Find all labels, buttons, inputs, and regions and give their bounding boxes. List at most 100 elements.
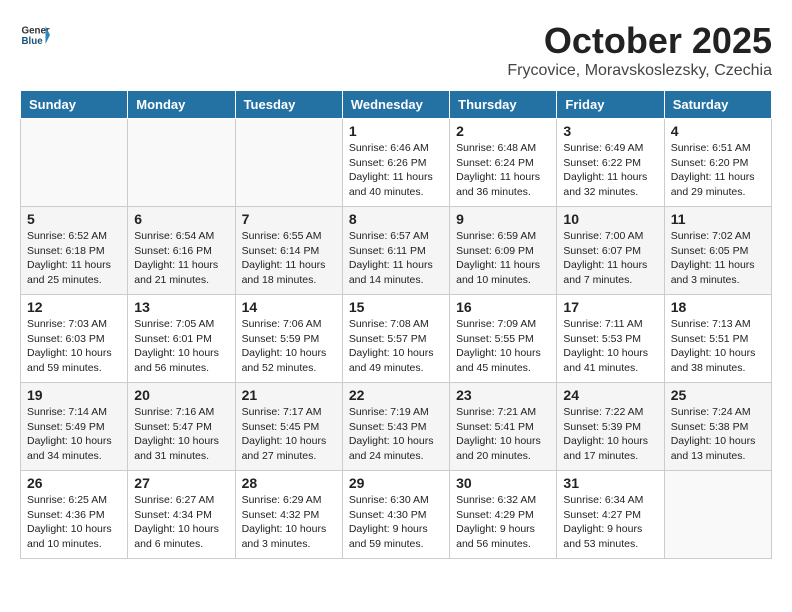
calendar-cell: 9Sunrise: 6:59 AMSunset: 6:09 PMDaylight… — [450, 207, 557, 295]
day-number: 5 — [27, 211, 121, 227]
svg-text:Blue: Blue — [22, 36, 44, 47]
calendar-cell — [235, 119, 342, 207]
day-info: Sunrise: 6:46 AMSunset: 6:26 PMDaylight:… — [349, 141, 443, 200]
day-info: Sunrise: 7:13 AMSunset: 5:51 PMDaylight:… — [671, 317, 765, 376]
calendar-week-row: 19 Sunrise: 7:14 AMSunset: 5:49 PMDayligh… — [21, 383, 772, 471]
location-title: Frycovice, Moravskoslezsky, Czechia — [507, 62, 772, 80]
day-info: Sunrise: 6:25 AMSunset: 4:36 PMDaylight:… — [27, 493, 121, 552]
day-number: 25 — [671, 387, 765, 403]
day-number: 7 — [242, 211, 336, 227]
logo: General Blue — [20, 20, 50, 50]
day-info: Sunrise: 7:00 AMSunset: 6:07 PMDaylight:… — [563, 229, 657, 288]
day-info: Sunrise: 7:24 AMSunset: 5:38 PMDaylight:… — [671, 405, 765, 464]
day-number: 24 — [563, 387, 657, 403]
calendar-cell: 4Sunrise: 6:51 AMSunset: 6:20 PMDaylight… — [664, 119, 771, 207]
weekday-header-thursday: Thursday — [450, 91, 557, 119]
calendar-cell: 29 Sunrise: 6:30 AMSunset: 4:30 PMDayligh… — [342, 471, 449, 559]
day-info: Sunrise: 6:57 AMSunset: 6:11 PMDaylight:… — [349, 229, 443, 288]
day-info: Sunrise: 7:19 AMSunset: 5:43 PMDaylight:… — [349, 405, 443, 464]
calendar-cell: 16 Sunrise: 7:09 AMSunset: 5:55 PMDayligh… — [450, 295, 557, 383]
calendar-cell: 11 Sunrise: 7:02 AMSunset: 6:05 PMDayligh… — [664, 207, 771, 295]
calendar-cell: 22 Sunrise: 7:19 AMSunset: 5:43 PMDayligh… — [342, 383, 449, 471]
calendar-cell: 12 Sunrise: 7:03 AMSunset: 6:03 PMDayligh… — [21, 295, 128, 383]
page-header: General Blue October 2025 Frycovice, Mor… — [20, 20, 772, 80]
day-number: 3 — [563, 123, 657, 139]
weekday-header-monday: Monday — [128, 91, 235, 119]
day-number: 29 — [349, 475, 443, 491]
calendar-cell: 5Sunrise: 6:52 AMSunset: 6:18 PMDaylight… — [21, 207, 128, 295]
day-info: Sunrise: 6:59 AMSunset: 6:09 PMDaylight:… — [456, 229, 550, 288]
weekday-header-tuesday: Tuesday — [235, 91, 342, 119]
day-info: Sunrise: 7:17 AMSunset: 5:45 PMDaylight:… — [242, 405, 336, 464]
day-info: Sunrise: 6:30 AMSunset: 4:30 PMDaylight:… — [349, 493, 443, 552]
day-info: Sunrise: 7:21 AMSunset: 5:41 PMDaylight:… — [456, 405, 550, 464]
calendar-cell: 15 Sunrise: 7:08 AMSunset: 5:57 PMDayligh… — [342, 295, 449, 383]
day-number: 22 — [349, 387, 443, 403]
calendar-week-row: 12 Sunrise: 7:03 AMSunset: 6:03 PMDayligh… — [21, 295, 772, 383]
weekday-header-saturday: Saturday — [664, 91, 771, 119]
day-number: 12 — [27, 299, 121, 315]
calendar-cell: 3 Sunrise: 6:49 AMSunset: 6:22 PMDaylight… — [557, 119, 664, 207]
calendar-cell: 8 Sunrise: 6:57 AMSunset: 6:11 PMDaylight… — [342, 207, 449, 295]
calendar-table: SundayMondayTuesdayWednesdayThursdayFrid… — [20, 90, 772, 559]
day-number: 8 — [349, 211, 443, 227]
day-info: Sunrise: 7:08 AMSunset: 5:57 PMDaylight:… — [349, 317, 443, 376]
calendar-week-row: 26 Sunrise: 6:25 AMSunset: 4:36 PMDayligh… — [21, 471, 772, 559]
calendar-cell: 2Sunrise: 6:48 AMSunset: 6:24 PMDaylight… — [450, 119, 557, 207]
day-number: 21 — [242, 387, 336, 403]
day-info: Sunrise: 7:02 AMSunset: 6:05 PMDaylight:… — [671, 229, 765, 288]
day-info: Sunrise: 7:14 AMSunset: 5:49 PMDaylight:… — [27, 405, 121, 464]
calendar-cell: 25 Sunrise: 7:24 AMSunset: 5:38 PMDayligh… — [664, 383, 771, 471]
day-number: 14 — [242, 299, 336, 315]
day-info: Sunrise: 6:48 AMSunset: 6:24 PMDaylight:… — [456, 141, 550, 200]
day-number: 28 — [242, 475, 336, 491]
day-number: 15 — [349, 299, 443, 315]
day-info: Sunrise: 6:29 AMSunset: 4:32 PMDaylight:… — [242, 493, 336, 552]
day-info: Sunrise: 7:06 AMSunset: 5:59 PMDaylight:… — [242, 317, 336, 376]
title-block: October 2025 Frycovice, Moravskoslezsky,… — [507, 20, 772, 80]
day-number: 31 — [563, 475, 657, 491]
calendar-cell: 18 Sunrise: 7:13 AMSunset: 5:51 PMDayligh… — [664, 295, 771, 383]
calendar-cell: 21 Sunrise: 7:17 AMSunset: 5:45 PMDayligh… — [235, 383, 342, 471]
day-info: Sunrise: 7:05 AMSunset: 6:01 PMDaylight:… — [134, 317, 228, 376]
day-info: Sunrise: 6:34 AMSunset: 4:27 PMDaylight:… — [563, 493, 657, 552]
day-number: 1 — [349, 123, 443, 139]
calendar-cell — [128, 119, 235, 207]
day-info: Sunrise: 7:16 AMSunset: 5:47 PMDaylight:… — [134, 405, 228, 464]
day-info: Sunrise: 6:49 AMSunset: 6:22 PMDaylight:… — [563, 141, 657, 200]
day-number: 10 — [563, 211, 657, 227]
day-info: Sunrise: 6:27 AMSunset: 4:34 PMDaylight:… — [134, 493, 228, 552]
calendar-cell: 13 Sunrise: 7:05 AMSunset: 6:01 PMDayligh… — [128, 295, 235, 383]
day-number: 19 — [27, 387, 121, 403]
day-number: 17 — [563, 299, 657, 315]
calendar-cell — [664, 471, 771, 559]
calendar-cell: 19 Sunrise: 7:14 AMSunset: 5:49 PMDayligh… — [21, 383, 128, 471]
day-number: 4 — [671, 123, 765, 139]
day-number: 11 — [671, 211, 765, 227]
day-number: 23 — [456, 387, 550, 403]
day-number: 13 — [134, 299, 228, 315]
calendar-week-row: 5Sunrise: 6:52 AMSunset: 6:18 PMDaylight… — [21, 207, 772, 295]
weekday-header-wednesday: Wednesday — [342, 91, 449, 119]
logo-icon: General Blue — [20, 20, 50, 50]
day-info: Sunrise: 7:11 AMSunset: 5:53 PMDaylight:… — [563, 317, 657, 376]
day-number: 20 — [134, 387, 228, 403]
day-number: 26 — [27, 475, 121, 491]
calendar-cell: 23 Sunrise: 7:21 AMSunset: 5:41 PMDayligh… — [450, 383, 557, 471]
day-number: 27 — [134, 475, 228, 491]
calendar-cell — [21, 119, 128, 207]
day-number: 16 — [456, 299, 550, 315]
calendar-cell: 10 Sunrise: 7:00 AMSunset: 6:07 PMDayligh… — [557, 207, 664, 295]
day-info: Sunrise: 7:22 AMSunset: 5:39 PMDaylight:… — [563, 405, 657, 464]
day-number: 6 — [134, 211, 228, 227]
day-info: Sunrise: 7:09 AMSunset: 5:55 PMDaylight:… — [456, 317, 550, 376]
day-number: 30 — [456, 475, 550, 491]
day-info: Sunrise: 6:54 AMSunset: 6:16 PMDaylight:… — [134, 229, 228, 288]
day-number: 18 — [671, 299, 765, 315]
weekday-header-sunday: Sunday — [21, 91, 128, 119]
calendar-cell: 28 Sunrise: 6:29 AMSunset: 4:32 PMDayligh… — [235, 471, 342, 559]
calendar-cell: 1 Sunrise: 6:46 AMSunset: 6:26 PMDaylight… — [342, 119, 449, 207]
day-info: Sunrise: 7:03 AMSunset: 6:03 PMDaylight:… — [27, 317, 121, 376]
weekday-header-row: SundayMondayTuesdayWednesdayThursdayFrid… — [21, 91, 772, 119]
day-info: Sunrise: 6:55 AMSunset: 6:14 PMDaylight:… — [242, 229, 336, 288]
